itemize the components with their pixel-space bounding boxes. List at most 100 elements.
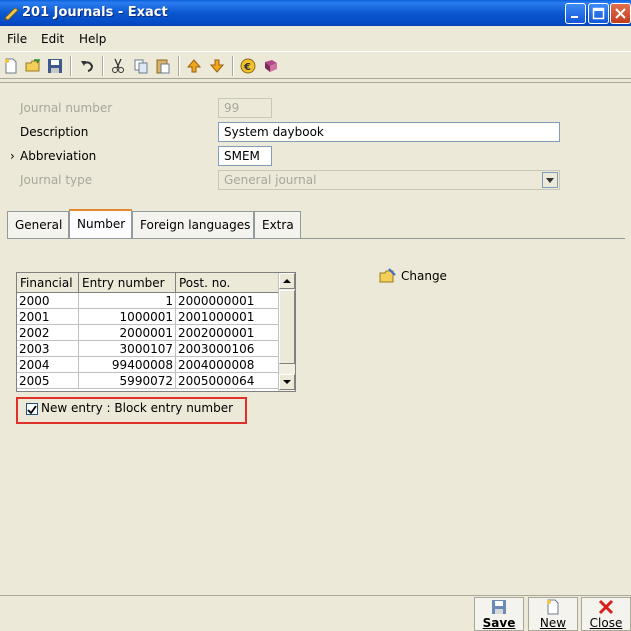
arrow-down-icon [209,59,225,73]
cell-entry-number: 2000001 [79,325,176,341]
cut-button[interactable] [107,55,129,77]
arrow-up-icon [186,59,202,73]
minimize-button[interactable] [565,3,586,24]
chevron-down-icon [546,178,554,183]
block-entry-number-checkbox[interactable] [26,403,38,415]
tab-foreign-languages[interactable]: Foreign languages [132,211,254,238]
journal-number-field: 99 [218,98,272,118]
abbreviation-label: Abbreviation [20,149,97,163]
table-row[interactable]: 2003 3000107 2003000106 [17,341,279,357]
menu-file[interactable]: File [7,32,27,46]
tab-general[interactable]: General [7,211,69,238]
copy-button[interactable] [130,55,152,77]
new-doc-icon [5,58,17,74]
close-button[interactable]: Close [581,597,631,631]
book-button[interactable] [260,55,282,77]
description-field[interactable]: System daybook [218,122,560,142]
scroll-thumb[interactable] [279,290,295,364]
table-row[interactable]: 2005 5990072 2005000064 [17,373,279,389]
save-button[interactable]: Save [474,597,524,631]
save-icon [48,59,62,73]
number-grid[interactable]: Financial Entry number Post. no. 2000 1 … [16,272,296,392]
table-row[interactable]: 2000 1 2000000001 [17,293,279,309]
cell-financial: 2003 [17,341,79,357]
app-pen-icon [4,7,19,21]
book-icon [265,60,277,72]
previous-button[interactable] [183,55,205,77]
save-icon [492,600,506,614]
save-label: Save [482,616,516,630]
abbreviation-field[interactable]: SMEM [218,146,272,166]
table-row[interactable]: 2004 99400008 2004000008 [17,357,279,373]
scroll-up-button[interactable] [279,273,295,289]
cell-post-no: 2003000106 [176,341,279,357]
new-document-button[interactable] [0,55,22,77]
cell-post-no: 2004000008 [176,357,279,373]
paste-button[interactable] [152,55,174,77]
cell-financial: 2002 [17,325,79,341]
paste-icon [156,59,170,74]
column-header-post-no[interactable]: Post. no. [176,273,279,293]
block-entry-number-label[interactable]: New entry : Block entry number [41,401,233,415]
new-doc-icon [547,599,559,615]
change-label: Change [401,269,447,283]
change-button[interactable]: Change [379,267,447,285]
currency-button[interactable]: € [237,55,259,77]
menu-bar: File Edit Help [0,26,631,50]
column-header-entry-number[interactable]: Entry number [79,273,176,293]
tab-extra[interactable]: Extra [254,211,301,238]
svg-text:€: € [243,62,251,73]
chevron-up-icon [283,279,291,283]
open-folder-edit-icon [379,268,396,283]
cell-post-no: 2000000001 [176,293,279,309]
journal-number-label: Journal number [20,101,113,115]
description-label: Description [20,125,89,139]
maximize-icon [592,7,605,20]
cell-entry-number: 1000001 [79,309,176,325]
save-toolbar-button[interactable] [44,55,66,77]
cell-entry-number: 5990072 [79,373,176,389]
open-button[interactable] [22,55,44,77]
bottom-action-bar: Save New Close [0,595,631,631]
window-title: 201 Journals - Exact [22,5,168,20]
cell-financial: 2001 [17,309,79,325]
scroll-down-button[interactable] [279,374,295,390]
cell-financial: 2005 [17,373,79,389]
journal-type-select: General journal [218,170,560,190]
journal-type-dropdown-button [542,172,558,188]
column-header-financial[interactable]: Financial [17,273,79,293]
grid-vertical-scrollbar[interactable] [278,273,295,391]
new-label: New [539,616,567,630]
cell-post-no: 2005000064 [176,373,279,389]
close-label: Close [589,616,623,630]
table-row[interactable]: 2001 1000001 2001000001 [17,309,279,325]
copy-icon [134,59,148,74]
title-bar: 201 Journals - Exact [0,0,631,26]
undo-icon [81,61,94,72]
undo-button[interactable] [76,55,98,77]
cut-icon [112,58,124,73]
menu-help[interactable]: Help [79,32,106,46]
close-window-button[interactable] [610,3,631,24]
journal-type-label: Journal type [20,173,93,187]
cell-financial: 2004 [17,357,79,373]
cell-entry-number: 1 [79,293,176,309]
cell-post-no: 2001000001 [176,309,279,325]
toolbar-separator [102,56,104,76]
maximize-button[interactable] [588,3,609,24]
toolbar-separator [178,56,180,76]
journal-type-value: General journal [224,173,317,187]
next-button[interactable] [206,55,228,77]
euro-icon: € [240,58,256,74]
table-row[interactable]: 2002 2000001 2002000001 [17,325,279,341]
new-button[interactable]: New [528,597,578,631]
cell-post-no: 2002000001 [176,325,279,341]
menu-edit[interactable]: Edit [41,32,64,46]
toolbar-separator [232,56,234,76]
checkmark-icon [27,405,37,415]
current-field-marker: › [10,149,15,163]
close-icon [615,8,626,19]
minimize-icon [571,16,578,18]
tab-number[interactable]: Number [69,209,132,238]
chevron-down-icon [283,380,291,384]
